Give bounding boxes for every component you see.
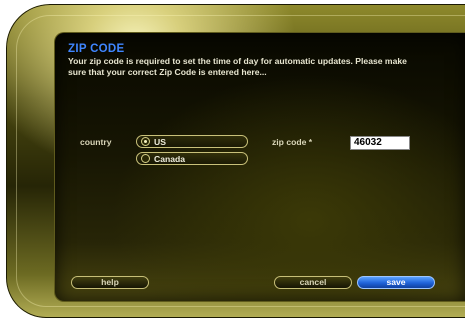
country-option-us[interactable]: US <box>136 135 248 148</box>
country-option-label: Canada <box>154 154 186 164</box>
save-button[interactable]: save <box>357 276 435 289</box>
radio-selected-icon <box>141 137 150 146</box>
zip-code-label: zip code * <box>272 137 313 147</box>
country-label: country <box>80 137 112 147</box>
zip-code-input[interactable]: 46032 <box>350 136 410 150</box>
country-option-label: US <box>154 137 166 147</box>
radio-unselected-icon <box>141 154 150 163</box>
help-button[interactable]: help <box>71 276 149 289</box>
country-option-canada[interactable]: Canada <box>136 152 248 165</box>
cancel-button[interactable]: cancel <box>274 276 352 289</box>
dialog-description: Your zip code is required to set the tim… <box>68 56 407 77</box>
dialog-title: ZIP CODE <box>68 43 125 55</box>
